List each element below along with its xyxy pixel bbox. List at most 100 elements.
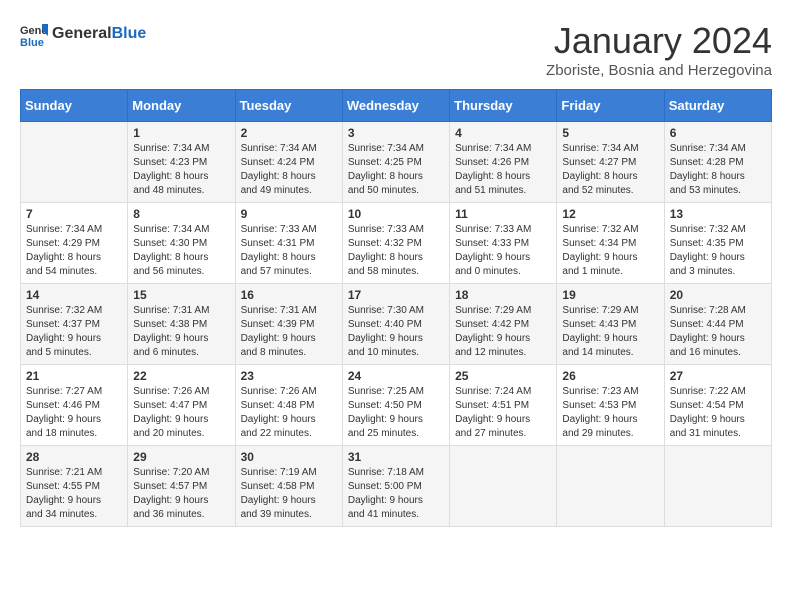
day-info: Sunrise: 7:22 AM Sunset: 4:54 PM Dayligh… xyxy=(670,385,766,441)
day-info: Sunrise: 7:34 AM Sunset: 4:28 PM Dayligh… xyxy=(670,142,766,198)
calendar-cell: 3Sunrise: 7:34 AM Sunset: 4:25 PM Daylig… xyxy=(342,122,449,203)
calendar-cell xyxy=(664,446,771,527)
calendar-cell: 25 Sunrise: 7:24 AM Sunset: 4:51 PM Dayli… xyxy=(450,365,557,446)
calendar-cell: 26 Sunrise: 7:23 AM Sunset: 4:53 PM Dayli… xyxy=(557,365,664,446)
day-info: Sunrise: 7:32 AM Sunset: 4:37 PM Dayligh… xyxy=(26,304,122,360)
header: General Blue GeneralBlue January 2024 Zb… xyxy=(20,20,772,79)
calendar-cell: 24Sunrise: 7:25 AM Sunset: 4:50 PM Dayli… xyxy=(342,365,449,446)
calendar-cell: 21Sunrise: 7:27 AM Sunset: 4:46 PM Dayli… xyxy=(21,365,128,446)
calendar-cell: 29 Sunrise: 7:20 AM Sunset: 4:57 PM Dayli… xyxy=(128,446,235,527)
day-number: 2 xyxy=(241,126,337,140)
day-number: 25 xyxy=(455,369,551,383)
calendar-cell: 12 Sunrise: 7:32 AM Sunset: 4:34 PM Dayli… xyxy=(557,203,664,284)
day-info: Sunrise: 7:29 AM Sunset: 4:43 PM Dayligh… xyxy=(562,304,658,360)
calendar-cell: 14 Sunrise: 7:32 AM Sunset: 4:37 PM Dayli… xyxy=(21,284,128,365)
day-info: Sunrise: 7:26 AM Sunset: 4:47 PM Dayligh… xyxy=(133,385,229,441)
day-number: 22 xyxy=(133,369,229,383)
day-info: Sunrise: 7:20 AM Sunset: 4:57 PM Dayligh… xyxy=(133,466,229,522)
calendar-cell: 11 Sunrise: 7:33 AM Sunset: 4:33 PM Dayli… xyxy=(450,203,557,284)
day-info: Sunrise: 7:27 AM Sunset: 4:46 PM Dayligh… xyxy=(26,385,122,441)
day-info: Sunrise: 7:34 AM Sunset: 4:29 PM Dayligh… xyxy=(26,223,122,279)
weekday-header-monday: Monday xyxy=(128,90,235,122)
calendar-cell: 27 Sunrise: 7:22 AM Sunset: 4:54 PM Dayli… xyxy=(664,365,771,446)
calendar-cell xyxy=(21,122,128,203)
day-number: 20 xyxy=(670,288,766,302)
day-number: 31 xyxy=(348,450,444,464)
calendar-cell: 16 Sunrise: 7:31 AM Sunset: 4:39 PM Dayli… xyxy=(235,284,342,365)
day-info: Sunrise: 7:34 AM Sunset: 4:25 PM Dayligh… xyxy=(348,142,444,198)
day-info: Sunrise: 7:34 AM Sunset: 4:23 PM Dayligh… xyxy=(133,142,229,198)
day-number: 29 xyxy=(133,450,229,464)
title-area: January 2024 Zboriste, Bosnia and Herzeg… xyxy=(546,20,772,79)
calendar-cell xyxy=(557,446,664,527)
calendar-cell: 31 Sunrise: 7:18 AM Sunset: 5:00 PM Dayli… xyxy=(342,446,449,527)
day-info: Sunrise: 7:33 AM Sunset: 4:32 PM Dayligh… xyxy=(348,223,444,279)
calendar-week-row: 7Sunrise: 7:34 AM Sunset: 4:29 PM Daylig… xyxy=(21,203,772,284)
calendar-header: SundayMondayTuesdayWednesdayThursdayFrid… xyxy=(21,90,772,122)
logo: General Blue GeneralBlue xyxy=(20,20,146,48)
calendar-cell: 20 Sunrise: 7:28 AM Sunset: 4:44 PM Dayli… xyxy=(664,284,771,365)
weekday-header-sunday: Sunday xyxy=(21,90,128,122)
calendar-cell: 10 Sunrise: 7:33 AM Sunset: 4:32 PM Dayli… xyxy=(342,203,449,284)
calendar-cell: 15 Sunrise: 7:31 AM Sunset: 4:38 PM Dayli… xyxy=(128,284,235,365)
calendar-cell: 28Sunrise: 7:21 AM Sunset: 4:55 PM Dayli… xyxy=(21,446,128,527)
calendar-cell: 6Sunrise: 7:34 AM Sunset: 4:28 PM Daylig… xyxy=(664,122,771,203)
day-info: Sunrise: 7:30 AM Sunset: 4:40 PM Dayligh… xyxy=(348,304,444,360)
calendar-week-row: 28Sunrise: 7:21 AM Sunset: 4:55 PM Dayli… xyxy=(21,446,772,527)
calendar-cell: 18Sunrise: 7:29 AM Sunset: 4:42 PM Dayli… xyxy=(450,284,557,365)
weekday-header-friday: Friday xyxy=(557,90,664,122)
day-info: Sunrise: 7:32 AM Sunset: 4:35 PM Dayligh… xyxy=(670,223,766,279)
day-info: Sunrise: 7:25 AM Sunset: 4:50 PM Dayligh… xyxy=(348,385,444,441)
calendar-cell: 17 Sunrise: 7:30 AM Sunset: 4:40 PM Dayli… xyxy=(342,284,449,365)
day-number: 27 xyxy=(670,369,766,383)
day-number: 19 xyxy=(562,288,658,302)
day-number: 16 xyxy=(241,288,337,302)
day-info: Sunrise: 7:32 AM Sunset: 4:34 PM Dayligh… xyxy=(562,223,658,279)
weekday-header-thursday: Thursday xyxy=(450,90,557,122)
calendar-body: 1 Sunrise: 7:34 AM Sunset: 4:23 PM Daylig… xyxy=(21,122,772,527)
day-number: 12 xyxy=(562,207,658,221)
day-number: 8 xyxy=(133,207,229,221)
day-info: Sunrise: 7:24 AM Sunset: 4:51 PM Dayligh… xyxy=(455,385,551,441)
day-info: Sunrise: 7:33 AM Sunset: 4:33 PM Dayligh… xyxy=(455,223,551,279)
day-number: 11 xyxy=(455,207,551,221)
day-info: Sunrise: 7:34 AM Sunset: 4:27 PM Dayligh… xyxy=(562,142,658,198)
day-number: 13 xyxy=(670,207,766,221)
calendar-cell: 23Sunrise: 7:26 AM Sunset: 4:48 PM Dayli… xyxy=(235,365,342,446)
day-number: 18 xyxy=(455,288,551,302)
day-info: Sunrise: 7:34 AM Sunset: 4:26 PM Dayligh… xyxy=(455,142,551,198)
month-title: January 2024 xyxy=(546,20,772,62)
weekday-row: SundayMondayTuesdayWednesdayThursdayFrid… xyxy=(21,90,772,122)
calendar-cell: 7Sunrise: 7:34 AM Sunset: 4:29 PM Daylig… xyxy=(21,203,128,284)
logo-icon: General Blue xyxy=(20,20,48,48)
location-subtitle: Zboriste, Bosnia and Herzegovina xyxy=(546,62,772,79)
day-info: Sunrise: 7:31 AM Sunset: 4:38 PM Dayligh… xyxy=(133,304,229,360)
day-number: 30 xyxy=(241,450,337,464)
calendar-cell: 4 Sunrise: 7:34 AM Sunset: 4:26 PM Daylig… xyxy=(450,122,557,203)
day-number: 1 xyxy=(133,126,229,140)
logo-blue-text: Blue xyxy=(112,25,147,42)
logo-general-text: General xyxy=(52,25,112,42)
day-info: Sunrise: 7:31 AM Sunset: 4:39 PM Dayligh… xyxy=(241,304,337,360)
day-number: 26 xyxy=(562,369,658,383)
day-number: 5 xyxy=(562,126,658,140)
day-number: 15 xyxy=(133,288,229,302)
weekday-header-tuesday: Tuesday xyxy=(235,90,342,122)
day-number: 10 xyxy=(348,207,444,221)
day-number: 4 xyxy=(455,126,551,140)
day-info: Sunrise: 7:23 AM Sunset: 4:53 PM Dayligh… xyxy=(562,385,658,441)
day-info: Sunrise: 7:34 AM Sunset: 4:30 PM Dayligh… xyxy=(133,223,229,279)
day-info: Sunrise: 7:18 AM Sunset: 5:00 PM Dayligh… xyxy=(348,466,444,522)
day-info: Sunrise: 7:28 AM Sunset: 4:44 PM Dayligh… xyxy=(670,304,766,360)
day-number: 28 xyxy=(26,450,122,464)
weekday-header-saturday: Saturday xyxy=(664,90,771,122)
calendar-cell: 22 Sunrise: 7:26 AM Sunset: 4:47 PM Dayli… xyxy=(128,365,235,446)
calendar-week-row: 14 Sunrise: 7:32 AM Sunset: 4:37 PM Dayli… xyxy=(21,284,772,365)
day-info: Sunrise: 7:34 AM Sunset: 4:24 PM Dayligh… xyxy=(241,142,337,198)
calendar-cell xyxy=(450,446,557,527)
calendar-week-row: 1 Sunrise: 7:34 AM Sunset: 4:23 PM Daylig… xyxy=(21,122,772,203)
weekday-header-wednesday: Wednesday xyxy=(342,90,449,122)
day-number: 14 xyxy=(26,288,122,302)
day-number: 17 xyxy=(348,288,444,302)
calendar-cell: 1 Sunrise: 7:34 AM Sunset: 4:23 PM Daylig… xyxy=(128,122,235,203)
